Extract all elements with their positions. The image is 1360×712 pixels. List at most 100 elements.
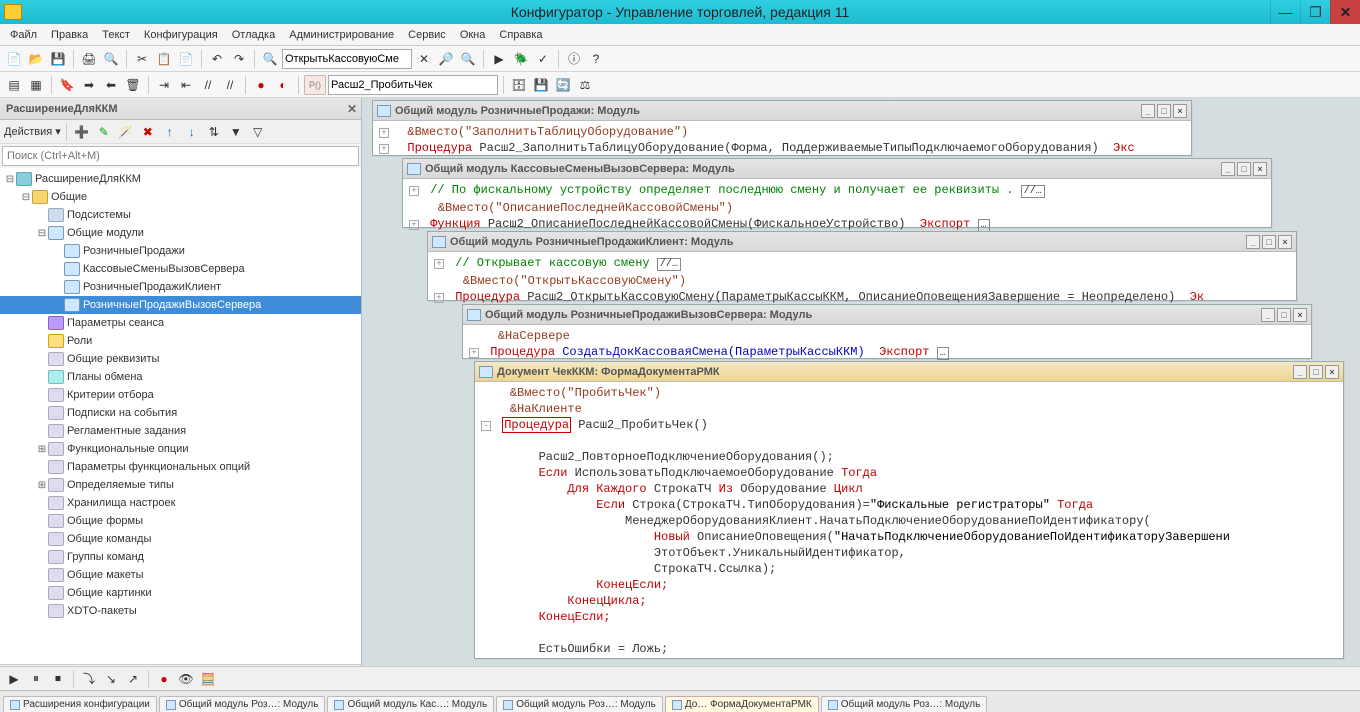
minimize-button[interactable]: —: [1270, 0, 1300, 24]
tree-item[interactable]: Планы обмена: [0, 368, 361, 386]
calc-icon[interactable]: 🧮: [198, 669, 218, 689]
run-icon[interactable]: ▶: [489, 49, 509, 69]
document-tab[interactable]: Расширения конфигурации: [3, 696, 157, 712]
help-icon[interactable]: ⓘ: [564, 49, 584, 69]
syntax-icon[interactable]: ✓: [533, 49, 553, 69]
tree-item[interactable]: XDTO-пакеты: [0, 602, 361, 620]
close-button[interactable]: ✕: [1330, 0, 1360, 24]
undo-icon[interactable]: ↶: [207, 49, 227, 69]
up-icon[interactable]: ↑: [160, 122, 180, 142]
outdent-icon[interactable]: ⇤: [176, 75, 196, 95]
copy-icon[interactable]: 📋: [154, 49, 174, 69]
tree2-icon[interactable]: ▦: [26, 75, 46, 95]
tree-item[interactable]: ⊟Общие модули: [0, 224, 361, 242]
tree-item[interactable]: Регламентные задания: [0, 422, 361, 440]
code-body[interactable]: &Вместо("ПробитьЧек") &НаКлиенте - Проце…: [475, 382, 1343, 660]
cut-icon[interactable]: ✂: [132, 49, 152, 69]
clear-search-icon[interactable]: ✕: [414, 49, 434, 69]
watch-icon[interactable]: 👁: [176, 669, 196, 689]
tree-item[interactable]: Общие реквизиты: [0, 350, 361, 368]
tree-item[interactable]: Параметры функциональных опций: [0, 458, 361, 476]
menu-admin[interactable]: Администрирование: [283, 27, 400, 43]
win-close-icon[interactable]: ×: [1173, 104, 1187, 118]
tree-item[interactable]: ⊞Функциональные опции: [0, 440, 361, 458]
menu-help[interactable]: Справка: [493, 27, 548, 43]
add-icon[interactable]: ➕: [72, 122, 92, 142]
code-window-1[interactable]: Общий модуль РозничныеПродажи: Модуль_□×…: [372, 100, 1192, 156]
tree-item[interactable]: Подсистемы: [0, 206, 361, 224]
tree-item[interactable]: Общие формы: [0, 512, 361, 530]
win-close-icon[interactable]: ×: [1278, 235, 1292, 249]
tree-item[interactable]: Подписки на события: [0, 404, 361, 422]
tree-item[interactable]: Общие макеты: [0, 566, 361, 584]
menu-config[interactable]: Конфигурация: [138, 27, 224, 43]
tree-item[interactable]: РозничныеПродажи: [0, 242, 361, 260]
code-window-2[interactable]: Общий модуль КассовыеСменыВызовСервера: …: [402, 158, 1272, 228]
save-icon[interactable]: 💾: [48, 49, 68, 69]
find-prev-icon[interactable]: 🔍: [458, 49, 478, 69]
document-tab[interactable]: Общий модуль Роз…: Модуль: [159, 696, 326, 712]
win-max-icon[interactable]: □: [1237, 162, 1251, 176]
debug-stop-icon[interactable]: ⏹: [48, 669, 68, 689]
tree-item[interactable]: Общие картинки: [0, 584, 361, 602]
menu-edit[interactable]: Правка: [45, 27, 94, 43]
win-close-icon[interactable]: ×: [1325, 365, 1339, 379]
code-body[interactable]: &НаСервере + Процедура СоздатьДокКассова…: [463, 325, 1311, 365]
refresh-icon[interactable]: 🔄: [553, 75, 573, 95]
wand-icon[interactable]: 🪄: [116, 122, 136, 142]
preview-icon[interactable]: 🔍: [101, 49, 121, 69]
win-min-icon[interactable]: _: [1261, 308, 1275, 322]
tree-item[interactable]: ⊞Определяемые типы: [0, 476, 361, 494]
win-min-icon[interactable]: _: [1246, 235, 1260, 249]
debug-run-icon[interactable]: ▶: [4, 669, 24, 689]
bookmark-icon[interactable]: 🔖: [57, 75, 77, 95]
filter-icon[interactable]: ▼: [226, 122, 246, 142]
bookmark-prev-icon[interactable]: ⬅: [101, 75, 121, 95]
sort-icon[interactable]: ⇅: [204, 122, 224, 142]
configuration-tree[interactable]: ⊟РасширениеДляККМ⊟ОбщиеПодсистемы⊟Общие …: [0, 168, 361, 664]
menu-debug[interactable]: Отладка: [226, 27, 281, 43]
document-tab[interactable]: Общий модуль Кас…: Модуль: [327, 696, 494, 712]
tree-item[interactable]: Критерии отбора: [0, 386, 361, 404]
bookmark-next-icon[interactable]: ➡: [79, 75, 99, 95]
search-input[interactable]: [2, 146, 359, 166]
document-tab[interactable]: До… ФормаДокументаРМК: [665, 696, 819, 712]
menu-text[interactable]: Текст: [96, 27, 136, 43]
db-icon[interactable]: 🗄: [509, 75, 529, 95]
new-icon[interactable]: 📄: [4, 49, 24, 69]
edit-icon[interactable]: ✎: [94, 122, 114, 142]
menu-service[interactable]: Сервис: [402, 27, 452, 43]
comment-icon[interactable]: //: [198, 75, 218, 95]
find-next-icon[interactable]: 🔎: [436, 49, 456, 69]
indent-icon[interactable]: ⇥: [154, 75, 174, 95]
redo-icon[interactable]: ↷: [229, 49, 249, 69]
code-window-5[interactable]: Документ ЧекККМ: ФормаДокументаРМК_□× &В…: [474, 361, 1344, 659]
panel-close-icon[interactable]: ✕: [347, 102, 357, 116]
about-icon[interactable]: ?: [586, 49, 606, 69]
print-icon[interactable]: 🖨: [79, 49, 99, 69]
break-icon[interactable]: ●: [251, 75, 271, 95]
document-tab[interactable]: Общий модуль Роз…: Модуль: [496, 696, 663, 712]
search-combo[interactable]: [282, 49, 412, 69]
win-min-icon[interactable]: _: [1141, 104, 1155, 118]
menu-windows[interactable]: Окна: [454, 27, 492, 43]
win-close-icon[interactable]: ×: [1253, 162, 1267, 176]
step-into-icon[interactable]: ↘: [101, 669, 121, 689]
document-tab[interactable]: Общий модуль Роз…: Модуль: [821, 696, 988, 712]
open-icon[interactable]: 📂: [26, 49, 46, 69]
code-body[interactable]: + // По фискальному устройству определяе…: [403, 179, 1271, 237]
tree-item[interactable]: КассовыеСменыВызовСервера: [0, 260, 361, 278]
tree-item[interactable]: РозничныеПродажиКлиент: [0, 278, 361, 296]
win-max-icon[interactable]: □: [1277, 308, 1291, 322]
tree-item[interactable]: Роли: [0, 332, 361, 350]
tree-item[interactable]: Параметры сеанса: [0, 314, 361, 332]
tree-item[interactable]: Общие команды: [0, 530, 361, 548]
maximize-button[interactable]: ❐: [1300, 0, 1330, 24]
breakpoint-icon[interactable]: ●: [154, 669, 174, 689]
compare-icon[interactable]: ⚖: [575, 75, 595, 95]
filter2-icon[interactable]: ▽: [248, 122, 268, 142]
down-icon[interactable]: ↓: [182, 122, 202, 142]
win-max-icon[interactable]: □: [1157, 104, 1171, 118]
win-min-icon[interactable]: _: [1221, 162, 1235, 176]
db-save-icon[interactable]: 💾: [531, 75, 551, 95]
